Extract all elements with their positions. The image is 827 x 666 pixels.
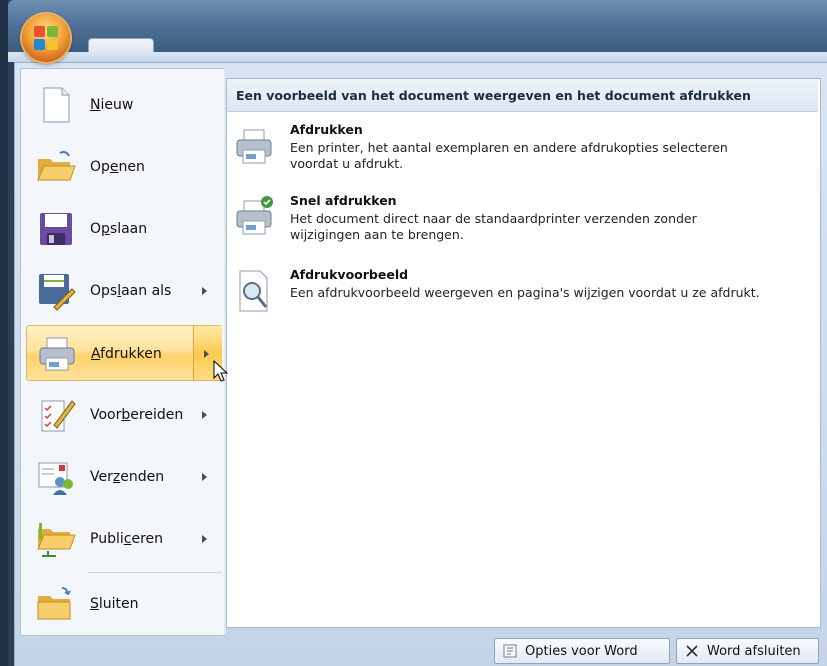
new-document-icon bbox=[36, 85, 76, 125]
menu-item-label: Afdrukken bbox=[91, 346, 162, 362]
submenu-item-afdrukken[interactable]: Afdrukken Een printer, het aantal exempl… bbox=[232, 120, 812, 186]
menu-item-label: Voorbereiden bbox=[90, 407, 184, 423]
checklist-pen-icon bbox=[36, 395, 76, 435]
quick-print-icon bbox=[234, 195, 274, 239]
printer-icon bbox=[37, 334, 77, 374]
submenu-item-afdrukvoorbeeld[interactable]: Afdrukvoorbeeld Een afdrukvoorbeeld weer… bbox=[232, 265, 812, 331]
submenu-item-title: Afdrukken bbox=[290, 122, 363, 137]
menu-item-verzenden[interactable]: Verzenden bbox=[26, 449, 222, 505]
menu-item-label: Opslaan bbox=[90, 221, 148, 237]
submenu-item-snel-afdrukken[interactable]: Snel afdrukken Het document direct naar … bbox=[232, 191, 812, 257]
submenu-arrow-icon bbox=[204, 350, 209, 358]
submenu-arrow-icon bbox=[202, 473, 207, 481]
menu-item-sluiten[interactable]: Sluiten bbox=[26, 576, 222, 632]
menu-item-label: Openen bbox=[90, 159, 145, 175]
publish-folder-icon bbox=[36, 519, 76, 559]
menu-item-opslaan[interactable]: Opslaan bbox=[26, 201, 222, 257]
close-icon bbox=[685, 644, 699, 658]
menu-separator bbox=[88, 572, 222, 573]
submenu-item-title: Snel afdrukken bbox=[290, 193, 397, 208]
send-people-icon bbox=[36, 457, 76, 497]
mouse-pointer-icon bbox=[213, 359, 229, 384]
floppy-disk-icon bbox=[36, 209, 76, 249]
office-button[interactable] bbox=[22, 14, 70, 62]
exit-word-button[interactable]: Word afsluiten bbox=[676, 638, 819, 664]
submenu-header-text: Een voorbeeld van het document weergeven… bbox=[236, 88, 751, 103]
submenu-item-description: Een afdrukvoorbeeld weergeven en pagina'… bbox=[290, 285, 760, 300]
menu-item-voorbereiden[interactable]: Voorbereiden bbox=[26, 387, 222, 443]
save-as-icon bbox=[36, 271, 76, 311]
ribbon-strip bbox=[8, 52, 827, 62]
menu-item-openen[interactable]: Openen bbox=[26, 139, 222, 195]
menu-item-opslaan-als[interactable]: Opslaan als bbox=[26, 263, 222, 319]
exit-word-label: Word afsluiten bbox=[707, 644, 801, 659]
menu-item-label: Publiceren bbox=[90, 531, 164, 547]
menu-item-label: Nieuw bbox=[90, 97, 134, 113]
desktop-edge bbox=[0, 0, 8, 666]
submenu-item-title: Afdrukvoorbeeld bbox=[290, 267, 409, 282]
print-preview-icon bbox=[234, 269, 274, 313]
menu-item-afdrukken[interactable]: Afdrukken bbox=[26, 325, 222, 381]
menu-item-label: Sluiten bbox=[90, 596, 139, 612]
office-logo-icon bbox=[34, 26, 58, 50]
submenu-header: Een voorbeeld van het document weergeven… bbox=[227, 79, 818, 112]
options-icon bbox=[503, 644, 517, 658]
word-options-label: Opties voor Word bbox=[525, 644, 638, 659]
submenu-arrow-icon bbox=[202, 535, 207, 543]
menu-item-label: Verzenden bbox=[90, 469, 165, 485]
printer-icon bbox=[234, 124, 274, 168]
open-folder-icon bbox=[36, 147, 76, 187]
submenu-arrow-icon bbox=[202, 287, 207, 295]
submenu-item-description: Een printer, het aantal exemplaren en an… bbox=[290, 140, 728, 171]
close-folder-icon bbox=[36, 584, 76, 624]
menu-item-publiceren[interactable]: Publiceren bbox=[26, 511, 222, 567]
word-options-button[interactable]: Opties voor Word bbox=[494, 638, 670, 664]
menu-item-label: Opslaan als bbox=[90, 283, 172, 299]
submenu-item-description: Het document direct naar de standaardpri… bbox=[290, 211, 697, 242]
submenu-arrow-icon bbox=[202, 411, 207, 419]
menu-item-nieuw[interactable]: Nieuw bbox=[26, 77, 222, 133]
